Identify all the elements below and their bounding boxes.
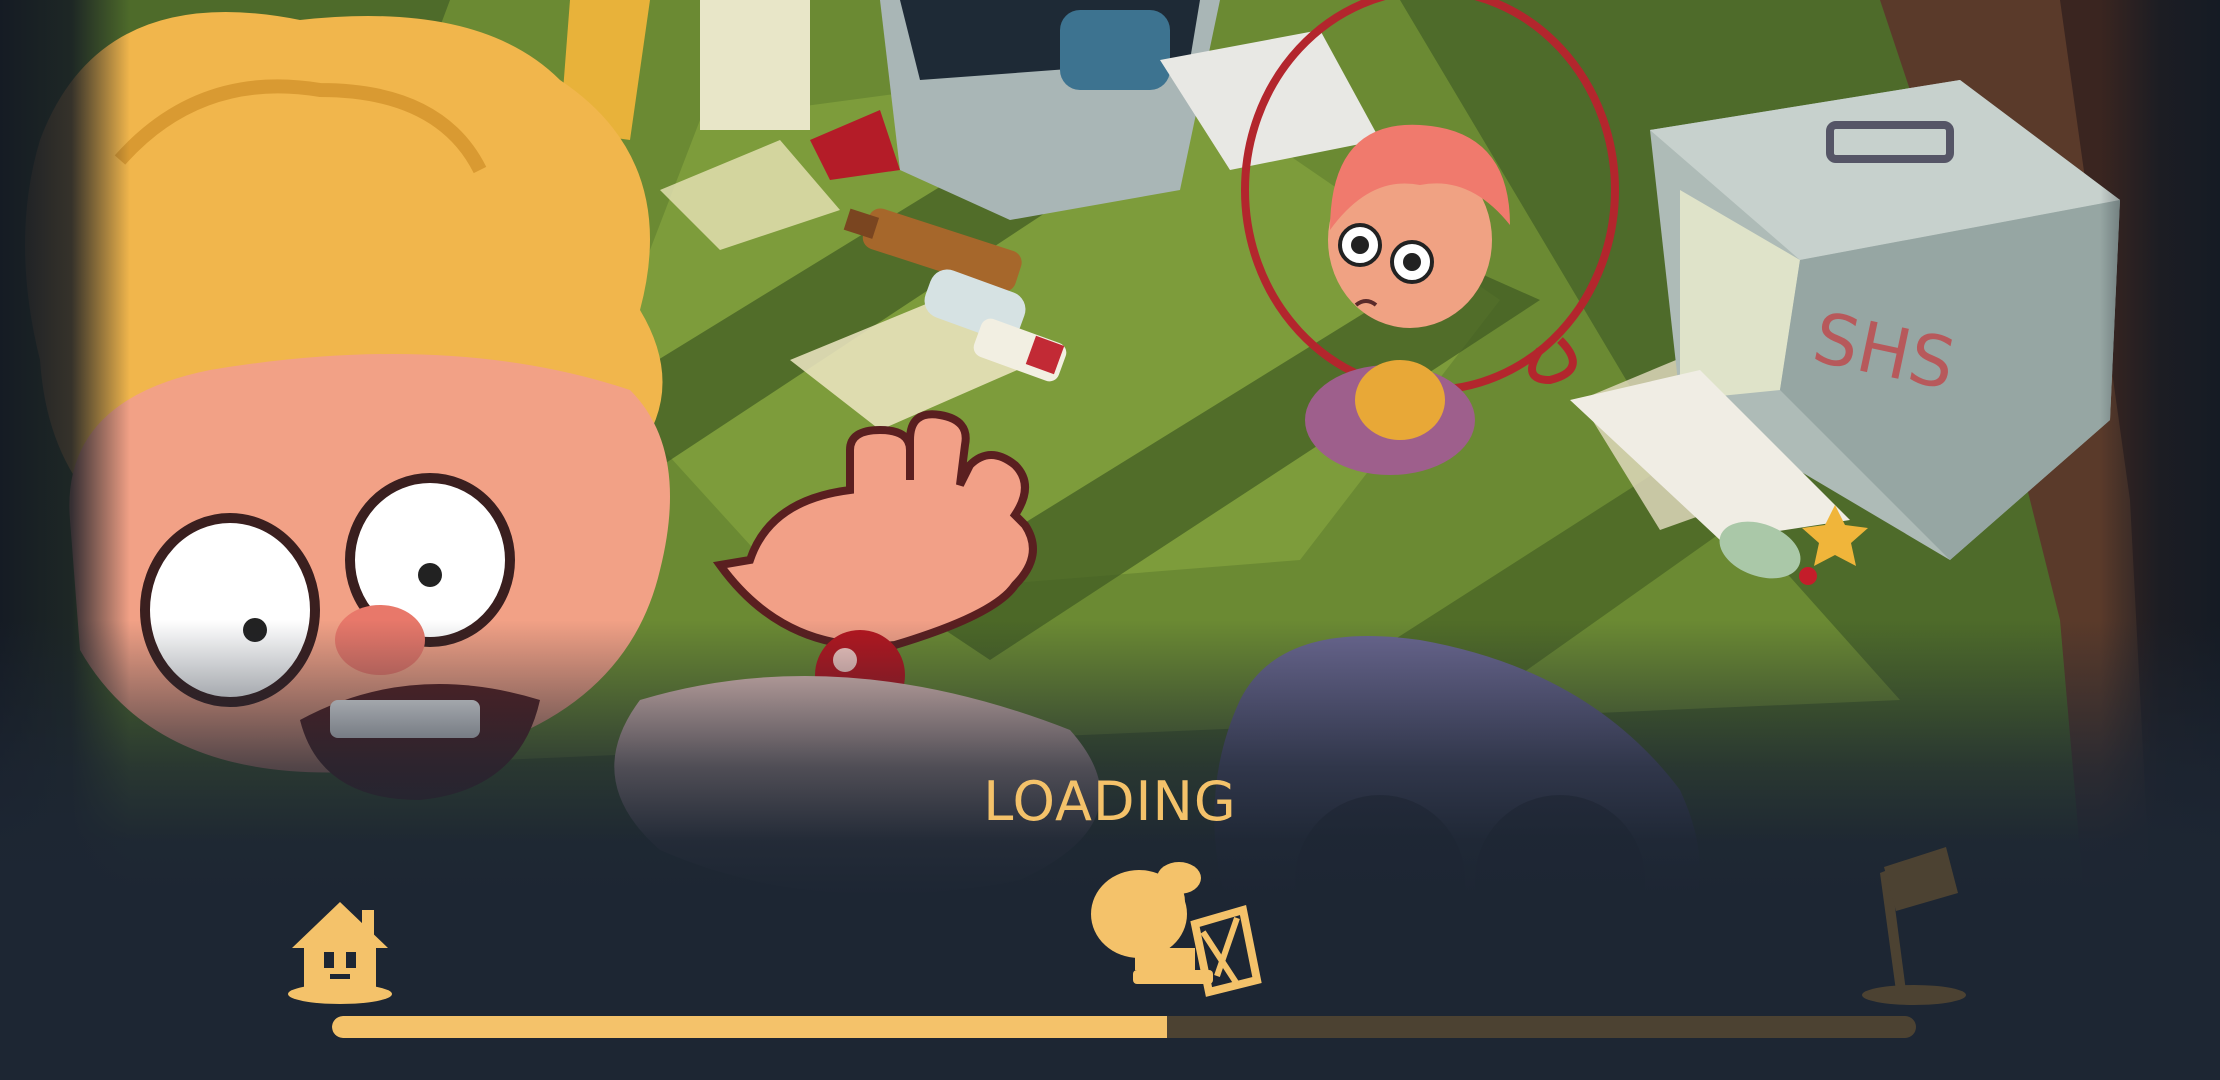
progress-bar xyxy=(332,1016,1916,1038)
house-icon xyxy=(288,902,392,1004)
progress-bar-fill xyxy=(332,1016,1167,1038)
loading-label: LOADING xyxy=(983,770,1237,833)
runner-icon xyxy=(1091,862,1262,997)
loading-screen: SHS LOADING xyxy=(0,0,2220,1080)
flag-icon xyxy=(1862,847,1966,1005)
